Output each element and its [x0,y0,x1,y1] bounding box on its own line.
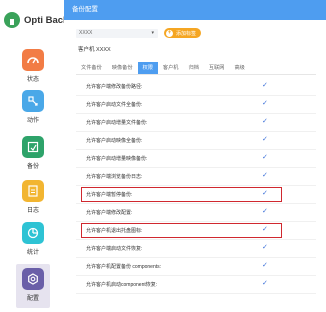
sidebar-item-config[interactable]: 配置 [16,268,50,302]
permission-row: 允许客户启动增量文件备份: ✓ [76,114,316,132]
settings-hex-icon [22,268,44,290]
sidebar-item-label: 动作 [26,118,39,124]
permission-label: 允许客户机退出托盘图标: [86,228,143,234]
permission-label: 允许客户启动映像全备份: [86,138,143,144]
tab-bar: 文件备份 映像备份 权限 客户机 归档 互联网 高级 [76,62,250,74]
page-title: 备份配置 [64,0,326,20]
permission-label: 允许客户端修改配置: [86,210,133,216]
tab-file-backup[interactable]: 文件备份 [76,62,107,74]
permission-row-highlighted: 允许客户端暂停备份: ✓ [76,186,316,204]
add-tag-button-label: 添加标签 [176,30,197,37]
permission-label: 允许客户端启动文件恢复: [86,246,143,252]
permission-label: 允许客户端浏览备份日志: [86,174,143,180]
log-icon [22,180,44,202]
client-id-label: 客户机 XXXX [78,47,111,53]
sidebar-item-label: 状态 [26,77,39,83]
sidebar-item-stats[interactable]: 统计 [16,222,50,256]
sidebar-item-log[interactable]: 日志 [16,180,50,214]
permission-row: 允许客户端浏览备份日志: ✓ [76,168,316,186]
status-gauge-icon [22,49,44,71]
permission-row: 允许客户端修改备份路径: ✓ [76,78,316,96]
permission-row: 允许客户端启动文件恢复: ✓ [76,240,316,258]
permission-checkbox[interactable]: ✓ [262,225,268,233]
plus-icon: + [166,29,173,37]
permission-checkbox[interactable]: ✓ [262,153,268,161]
action-icon [22,90,44,112]
sidebar-item-action[interactable]: 动作 [16,90,50,124]
permission-label: 允许客户机配置备份 components: [86,264,162,270]
sidebar-item-label: 配置 [26,296,39,302]
permission-row: 允许客户端修改配置: ✓ [76,204,316,222]
chevron-down-icon: ▾ [151,29,154,36]
sidebar-item-label: 日志 [26,208,39,214]
permission-label: 允许客户端修改备份路径: [86,84,143,90]
permission-label: 允许客户机启动component恢复: [86,282,158,288]
permission-row-highlighted: 允许客户机退出托盘图标: ✓ [76,222,316,240]
permission-row: 允许客户机配置备份 components: ✓ [76,258,316,276]
permission-checkbox[interactable]: ✓ [262,99,268,107]
permission-checkbox[interactable]: ✓ [262,135,268,143]
permission-row: 允许客户机启动component恢复: ✓ [76,276,316,294]
client-select[interactable]: XXXX ▾ [76,28,158,38]
sidebar-item-backup[interactable]: 备份 [16,136,50,170]
permission-row: 允许客户启动增量映像备份: ✓ [76,150,316,168]
permission-row: 允许客户启动映像全备份: ✓ [76,132,316,150]
tab-internet[interactable]: 互联网 [204,62,230,74]
permission-checkbox[interactable]: ✓ [262,189,268,197]
stats-pie-icon [22,222,44,244]
sidebar-item-label: 备份 [26,164,39,170]
client-select-value: XXXX [79,29,93,36]
controls-row: XXXX ▾ + 添加标签 [76,28,202,38]
permission-label: 允许客户启动增量文件备份: [86,120,148,126]
permission-checkbox[interactable]: ✓ [262,117,268,125]
sidebar: Opti Backup 状态 动作 备份 日志 统计 配置 [0,0,80,312]
permission-label: 允许客户端暂停备份: [86,192,133,198]
tab-archive[interactable]: 归档 [184,62,204,74]
permission-checkbox[interactable]: ✓ [262,171,268,179]
main-panel: 备份配置 XXXX ▾ + 添加标签 客户机 XXXX 文件备份 映像备份 权限… [64,0,326,312]
permission-list: 允许客户端修改备份路径: ✓ 允许客户启动文件全备份: ✓ 允许客户启动增量文件… [76,78,316,294]
sidebar-item-label: 统计 [26,250,39,256]
permission-checkbox[interactable]: ✓ [262,207,268,215]
permission-checkbox[interactable]: ✓ [262,81,268,89]
tab-client[interactable]: 客户机 [158,62,184,74]
permission-row: 允许客户启动文件全备份: ✓ [76,96,316,114]
permission-checkbox[interactable]: ✓ [262,261,268,269]
cloud-upload-icon [4,12,20,28]
backup-icon [22,136,44,158]
add-tag-button[interactable]: + 添加标签 [164,28,202,38]
sidebar-item-status[interactable]: 状态 [16,49,50,83]
permission-label: 允许客户启动文件全备份: [86,102,143,108]
tab-advanced[interactable]: 高级 [229,62,249,74]
permission-checkbox[interactable]: ✓ [262,279,268,287]
permission-checkbox[interactable]: ✓ [262,243,268,251]
tab-divider [76,74,316,75]
tab-image-backup[interactable]: 映像备份 [107,62,138,74]
tab-permissions[interactable]: 权限 [137,62,158,74]
permission-label: 允许客户启动增量映像备份: [86,156,148,162]
